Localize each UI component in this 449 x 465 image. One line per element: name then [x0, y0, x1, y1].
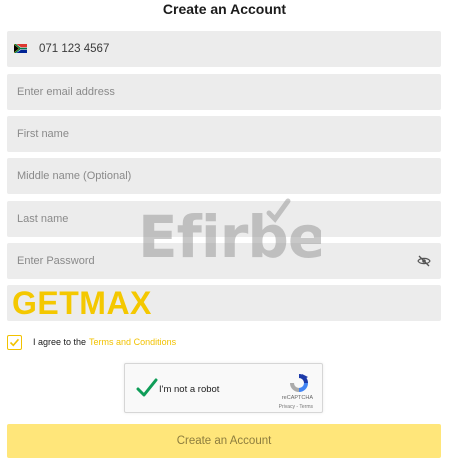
promo-code-field	[7, 285, 441, 321]
password-field	[7, 243, 441, 279]
page-title: Create an Account	[162, 1, 287, 17]
email-field	[7, 74, 441, 110]
last-name-input[interactable]	[7, 201, 441, 237]
middle-name-field	[7, 158, 441, 194]
recaptcha-label: I'm not a robot	[159, 384, 220, 395]
agree-label: I agree to the	[33, 337, 87, 347]
terms-checkbox[interactable]	[7, 334, 22, 350]
email-input[interactable]	[7, 74, 441, 110]
create-account-button[interactable]: Create an Account	[7, 424, 441, 458]
phone-field	[7, 31, 441, 67]
recaptcha-privacy-terms-links[interactable]: Privacy - Terms	[279, 404, 313, 410]
terms-agreement: I agree to the Terms and Conditions	[7, 333, 176, 351]
phone-input[interactable]	[7, 31, 441, 67]
recaptcha-widget: I'm not a robot reCAPTCHA Privacy - Term…	[124, 363, 323, 413]
recaptcha-logo-icon	[290, 374, 308, 392]
check-icon	[9, 338, 20, 346]
last-name-field	[7, 201, 441, 237]
eye-slash-icon[interactable]	[417, 254, 431, 268]
registration-page: Create an Account 071 123 4567 Enter ema…	[0, 0, 449, 465]
first-name-field	[7, 116, 441, 152]
middle-name-input[interactable]	[7, 158, 441, 194]
first-name-input[interactable]	[7, 116, 441, 152]
recaptcha-checkmark-icon[interactable]	[136, 378, 158, 398]
promo-code-input[interactable]	[7, 285, 441, 321]
recaptcha-brand: reCAPTCHA	[281, 395, 313, 401]
password-input[interactable]	[7, 243, 441, 279]
terms-conditions-link[interactable]: Terms and Conditions	[89, 337, 176, 347]
